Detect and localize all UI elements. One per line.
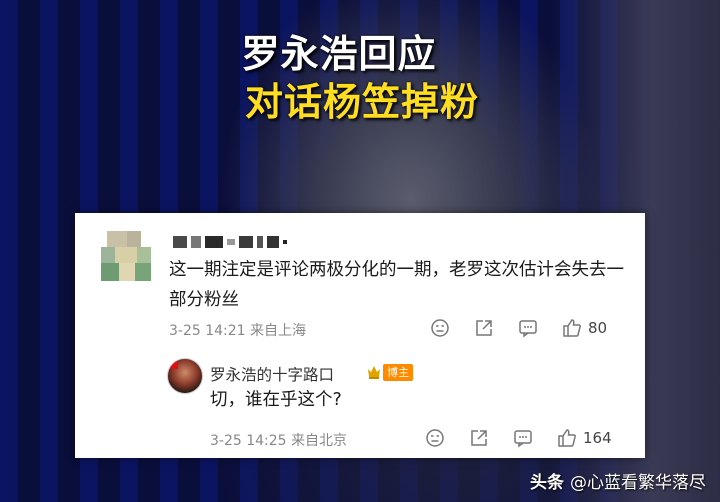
reply-like-button[interactable]: 164 <box>557 428 612 448</box>
like-icon <box>563 319 581 337</box>
share-icon <box>476 320 492 336</box>
video-headline: 罗永浩回应 对话杨笠掉粉 <box>0 30 720 126</box>
author-avatar[interactable] <box>167 358 203 394</box>
like-button[interactable]: 80 <box>562 318 607 338</box>
headline-line-2: 对话杨笠掉粉 <box>244 80 479 124</box>
reply-share-button[interactable] <box>469 428 489 448</box>
headline-line-1: 罗永浩回应 <box>241 32 437 76</box>
dislike-icon <box>431 319 449 337</box>
dislike-icon <box>426 429 444 447</box>
comment-card: 这一期注定是评论两极分化的一期，老罗这次估计会失去一部分粉丝 3-25 14:2… <box>75 213 645 458</box>
reply-actions: 164 <box>425 428 636 448</box>
vip-icon <box>368 366 380 379</box>
author-badge: 博主 <box>383 364 413 381</box>
comment-timestamp: 3-25 14:21 来自上海 <box>169 323 307 339</box>
comment-icon <box>519 320 537 338</box>
watermark-brand: 头条 <box>530 473 564 493</box>
share-icon <box>471 430 487 446</box>
avatar-badge <box>170 361 178 369</box>
share-button[interactable] <box>474 318 494 338</box>
dislike-button[interactable] <box>430 318 450 338</box>
comment-text: 这一期注定是评论两极分化的一期，老罗这次估计会失去一部分粉丝 <box>169 260 624 310</box>
reply-comment-button[interactable] <box>513 428 533 448</box>
watermark: 头条 @心蓝看繁华落尽 <box>530 468 706 493</box>
comment-icon <box>514 430 532 448</box>
reply-timestamp: 3-25 14:25 来自北京 <box>210 433 348 449</box>
commenter-name-pixelated[interactable] <box>173 231 291 250</box>
commenter-avatar[interactable] <box>99 229 155 285</box>
watermark-author: @心蓝看繁华落尽 <box>570 473 706 493</box>
comment-button[interactable] <box>518 318 538 338</box>
reply-text: 切，谁在乎这个? <box>210 390 342 410</box>
like-icon <box>558 429 576 447</box>
comment-actions: 80 <box>430 318 631 338</box>
like-count: 80 <box>588 319 608 337</box>
reply-dislike-button[interactable] <box>425 428 445 448</box>
reply-username[interactable]: 罗永浩的十字路口 <box>210 363 334 385</box>
reply-like-count: 164 <box>583 429 612 447</box>
